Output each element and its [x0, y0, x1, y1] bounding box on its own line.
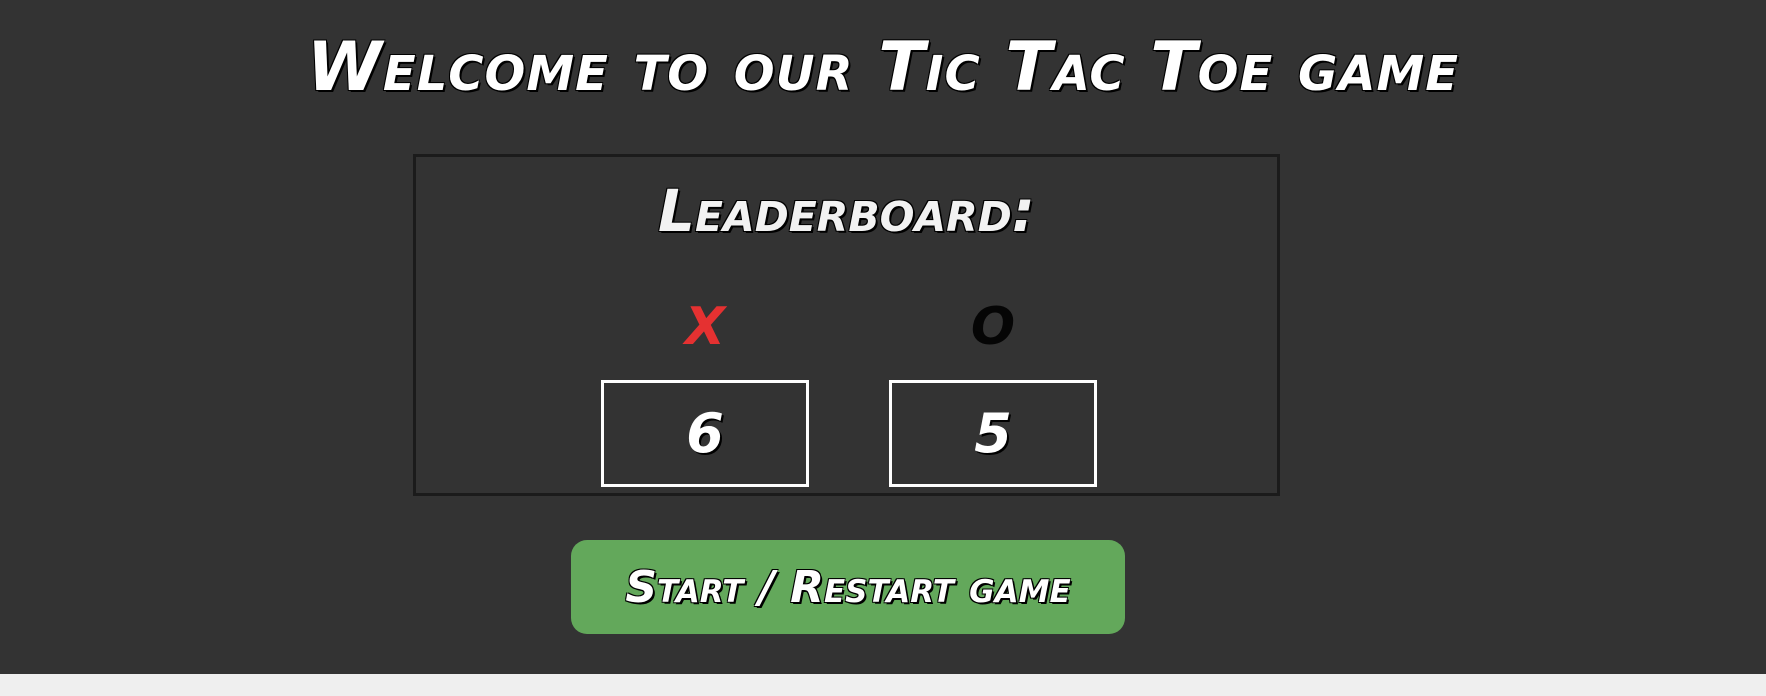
start-restart-button[interactable]: Start / Restart game [571, 540, 1125, 634]
game-page: Welcome to our Tic Tac Toe game Leaderbo… [0, 0, 1766, 674]
player-o-symbol: O [970, 297, 1016, 357]
leaderboard-panel: Leaderboard: X O 6 5 [413, 154, 1280, 496]
player-o-score: 5 [889, 380, 1097, 487]
leaderboard-title: Leaderboard: [658, 177, 1035, 245]
player-x-score: 6 [601, 380, 809, 487]
player-x-symbol: X [684, 297, 726, 357]
page-title: Welcome to our Tic Tac Toe game [306, 28, 1460, 107]
